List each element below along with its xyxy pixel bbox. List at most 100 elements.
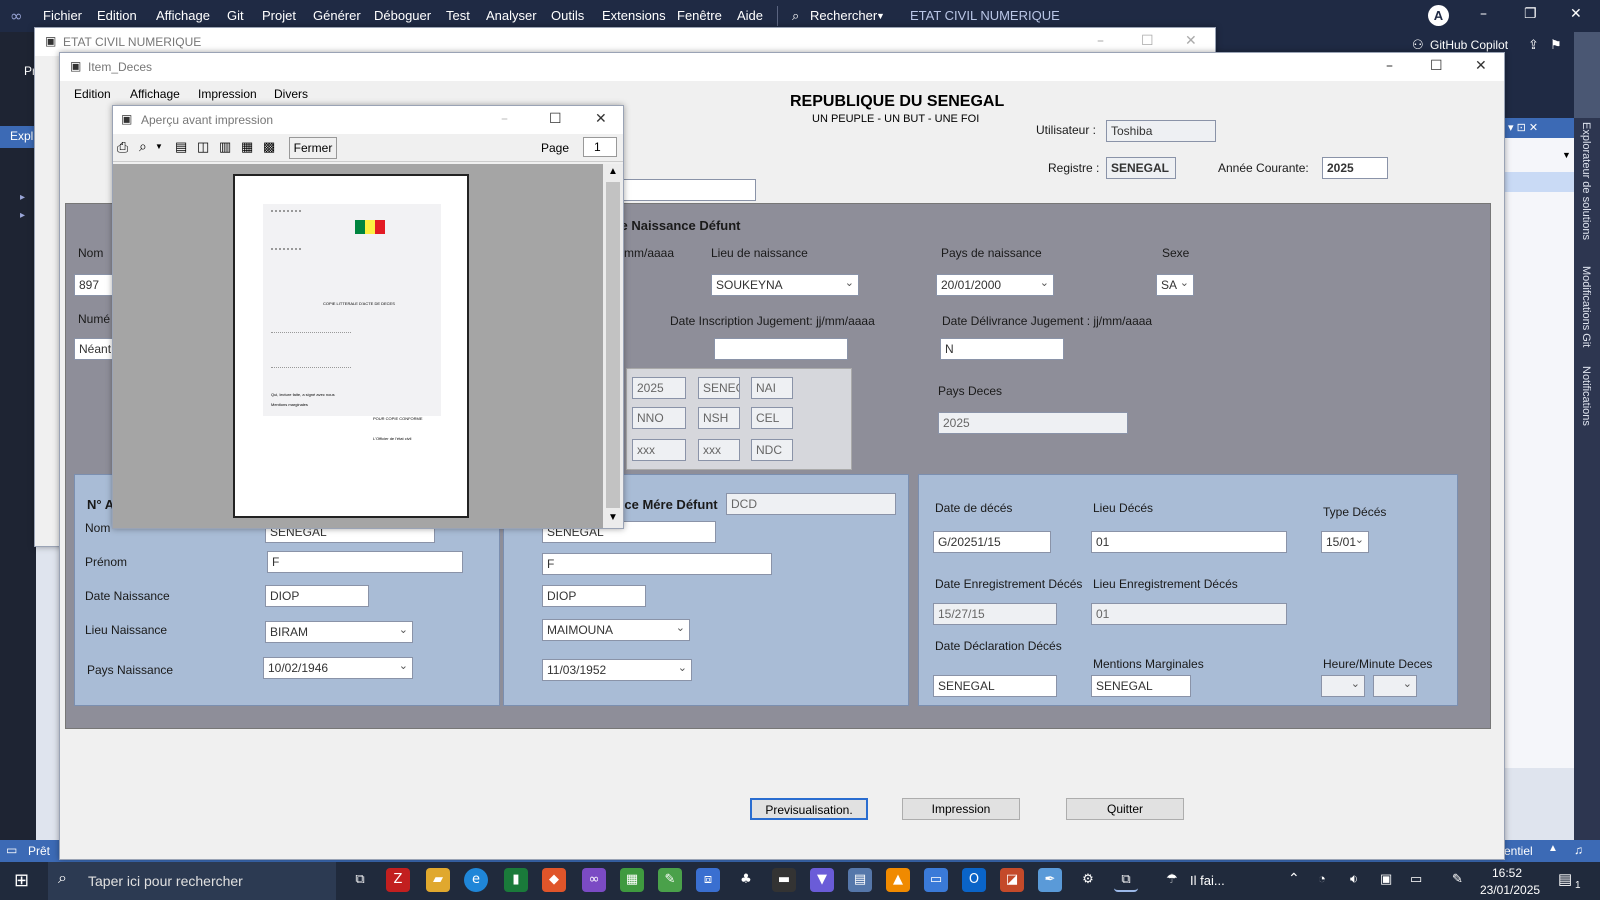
pen-app-icon[interactable]: ✒ [1038, 868, 1062, 892]
chevron-down-icon[interactable]: ▼ [155, 142, 163, 151]
menu-edition[interactable]: Edition [97, 8, 137, 23]
pays-deces-field[interactable]: 2025 [938, 412, 1128, 434]
minimize-button[interactable]: – [501, 111, 508, 127]
tree-expand-icon[interactable]: ▸ [20, 192, 25, 203]
tree-app-icon[interactable]: ♣ [734, 868, 758, 892]
deces-lieu-enr-field[interactable]: 01 [1091, 603, 1287, 625]
chevron-down-icon[interactable]: ⌄ [1355, 533, 1364, 546]
mere-lieu-combo[interactable]: MAIMOUNA ⌄ [542, 619, 690, 641]
outlook-icon[interactable]: O [962, 868, 986, 892]
code-cell[interactable]: xxx [698, 439, 740, 461]
menu-generer[interactable]: Générer [313, 8, 361, 23]
minimize-button[interactable]: – [1386, 58, 1393, 74]
maximize-button[interactable]: ☐ [549, 111, 562, 127]
rail-notifications[interactable]: Notifications [1580, 366, 1592, 426]
minute-combo[interactable]: ⌄ [1373, 675, 1417, 697]
meet-icon[interactable]: ▣ [1380, 871, 1392, 887]
heure-combo[interactable]: ⌄ [1321, 675, 1365, 697]
vs-restore-button[interactable]: ❐ [1524, 6, 1537, 22]
code-cell[interactable]: CEL [751, 407, 793, 429]
code-cell[interactable]: NNO [632, 407, 686, 429]
chevron-up-icon[interactable]: ▲ [608, 166, 618, 177]
page-spinner[interactable]: 1 [583, 137, 617, 157]
one-page-icon[interactable]: ▤ [175, 139, 187, 155]
maximize-button[interactable]: ☐ [1141, 33, 1154, 49]
menu-aide[interactable]: Aide [737, 8, 763, 23]
deces-date-enr-field[interactable]: 15/27/15 [933, 603, 1057, 625]
edge-icon[interactable]: e [464, 868, 488, 892]
settings-icon[interactable]: ⚙ [1076, 868, 1100, 892]
mere-pays-combo[interactable]: 11/03/1952 ⌄ [542, 659, 692, 681]
cmd-icon[interactable]: ▬ [772, 868, 796, 892]
menu-git[interactable]: Git [227, 8, 244, 23]
windows-start-icon[interactable]: ⊞ [14, 870, 29, 891]
app-icon[interactable]: ▦ [620, 868, 644, 892]
terminal-icon[interactable]: ▮ [504, 868, 528, 892]
menu-fichier[interactable]: Fichier [43, 8, 82, 23]
code-cell[interactable]: NSH [698, 407, 740, 429]
close-button[interactable]: ✕ [1185, 33, 1197, 49]
quit-button[interactable]: Quitter [1066, 798, 1184, 820]
network-icon[interactable]: ◔ [1318, 871, 1326, 886]
chevron-down-icon[interactable]: ⌄ [845, 276, 854, 289]
chevron-up-icon[interactable]: ⌃ [1288, 870, 1300, 887]
mere-date-field[interactable]: DIOP [542, 585, 646, 607]
bell-icon[interactable]: ♫ [1574, 843, 1583, 857]
clock-time[interactable]: 16:52 [1492, 866, 1522, 880]
pays-naissance-combo[interactable]: 20/01/2000 ⌄ [936, 274, 1054, 296]
visual-studio-icon[interactable]: ∞ [582, 868, 606, 892]
menu-projet[interactable]: Projet [262, 8, 296, 23]
date-inscription-field[interactable] [714, 338, 848, 360]
chevron-up-icon[interactable]: ▲ [1548, 843, 1558, 854]
pere-prenom-field[interactable]: F [267, 551, 463, 573]
print-button[interactable]: Impression [902, 798, 1020, 820]
annee-field[interactable]: 2025 [1322, 157, 1388, 179]
deces-date-decl-field[interactable]: SENEGAL [933, 675, 1057, 697]
six-pages-icon[interactable]: ▩ [263, 139, 275, 155]
task-view-icon[interactable]: ⧉ [348, 868, 372, 892]
fermer-button[interactable]: Fermer [289, 137, 337, 159]
nom-field[interactable]: 897 [74, 274, 114, 296]
menu-analyser[interactable]: Analyser [486, 8, 537, 23]
menu-deboguer[interactable]: Déboguer [374, 8, 431, 23]
office-icon[interactable]: ◪ [1000, 868, 1024, 892]
solution-explorer-tab[interactable]: Expl [0, 126, 36, 148]
share-icon[interactable]: ⇪ [1528, 37, 1539, 53]
code-cell[interactable]: NDC [751, 439, 793, 461]
chevron-down-icon[interactable]: ▼ [608, 512, 618, 523]
partial-field[interactable] [620, 179, 756, 201]
lieu-naissance-combo[interactable]: SOUKEYNA ⌄ [711, 274, 859, 296]
numero-field[interactable]: Néant [74, 338, 114, 360]
minimize-button[interactable]: – [1097, 33, 1104, 49]
preview-scrollbar[interactable]: ▲ ▼ [603, 164, 623, 528]
menu-impression[interactable]: Impression [198, 87, 257, 101]
rail-solution-explorer[interactable]: Explorateur de solutions [1580, 122, 1592, 240]
file-explorer-icon[interactable]: ▰ [426, 868, 450, 892]
chevron-down-icon[interactable]: ⌄ [1040, 276, 1049, 289]
mere-acte-field[interactable]: DCD [726, 493, 896, 515]
preview-button[interactable]: Previsualisation. [750, 798, 868, 820]
vs-minimize-button[interactable]: – [1480, 6, 1487, 22]
search-icon[interactable]: ⌕ [792, 8, 799, 24]
server-icon[interactable]: ▤ [848, 868, 872, 892]
weather-text[interactable]: Il fai... [1190, 873, 1225, 888]
filezilla-icon[interactable]: Z [386, 868, 410, 892]
deces-lieu-field[interactable]: 01 [1091, 531, 1287, 553]
four-pages-icon[interactable]: ▦ [241, 139, 253, 155]
menu-edition[interactable]: Edition [74, 87, 111, 101]
close-button[interactable]: ✕ [595, 111, 607, 127]
rail-git-changes[interactable]: Modifications Git [1580, 266, 1592, 347]
volume-icon[interactable]: 🔉︎ [1350, 871, 1358, 887]
clock-date[interactable]: 23/01/2025 [1480, 883, 1540, 897]
menu-outils[interactable]: Outils [551, 8, 584, 23]
three-pages-icon[interactable]: ▥ [219, 139, 231, 155]
notepad-icon[interactable]: ✎ [658, 868, 682, 892]
zoom-icon[interactable]: ⌕ [139, 138, 147, 155]
menu-fenetre[interactable]: Fenêtre [677, 8, 722, 23]
maximize-button[interactable]: ☐ [1430, 58, 1443, 74]
code-cell[interactable]: SENEG. [698, 377, 740, 399]
deces-type-combo[interactable]: 15/01 ⌄ [1321, 531, 1369, 553]
vpn-icon[interactable]: ▼ [810, 868, 834, 892]
pere-lieu-combo[interactable]: BIRAM ⌄ [265, 621, 413, 643]
scrollbar-thumb[interactable] [606, 182, 620, 508]
